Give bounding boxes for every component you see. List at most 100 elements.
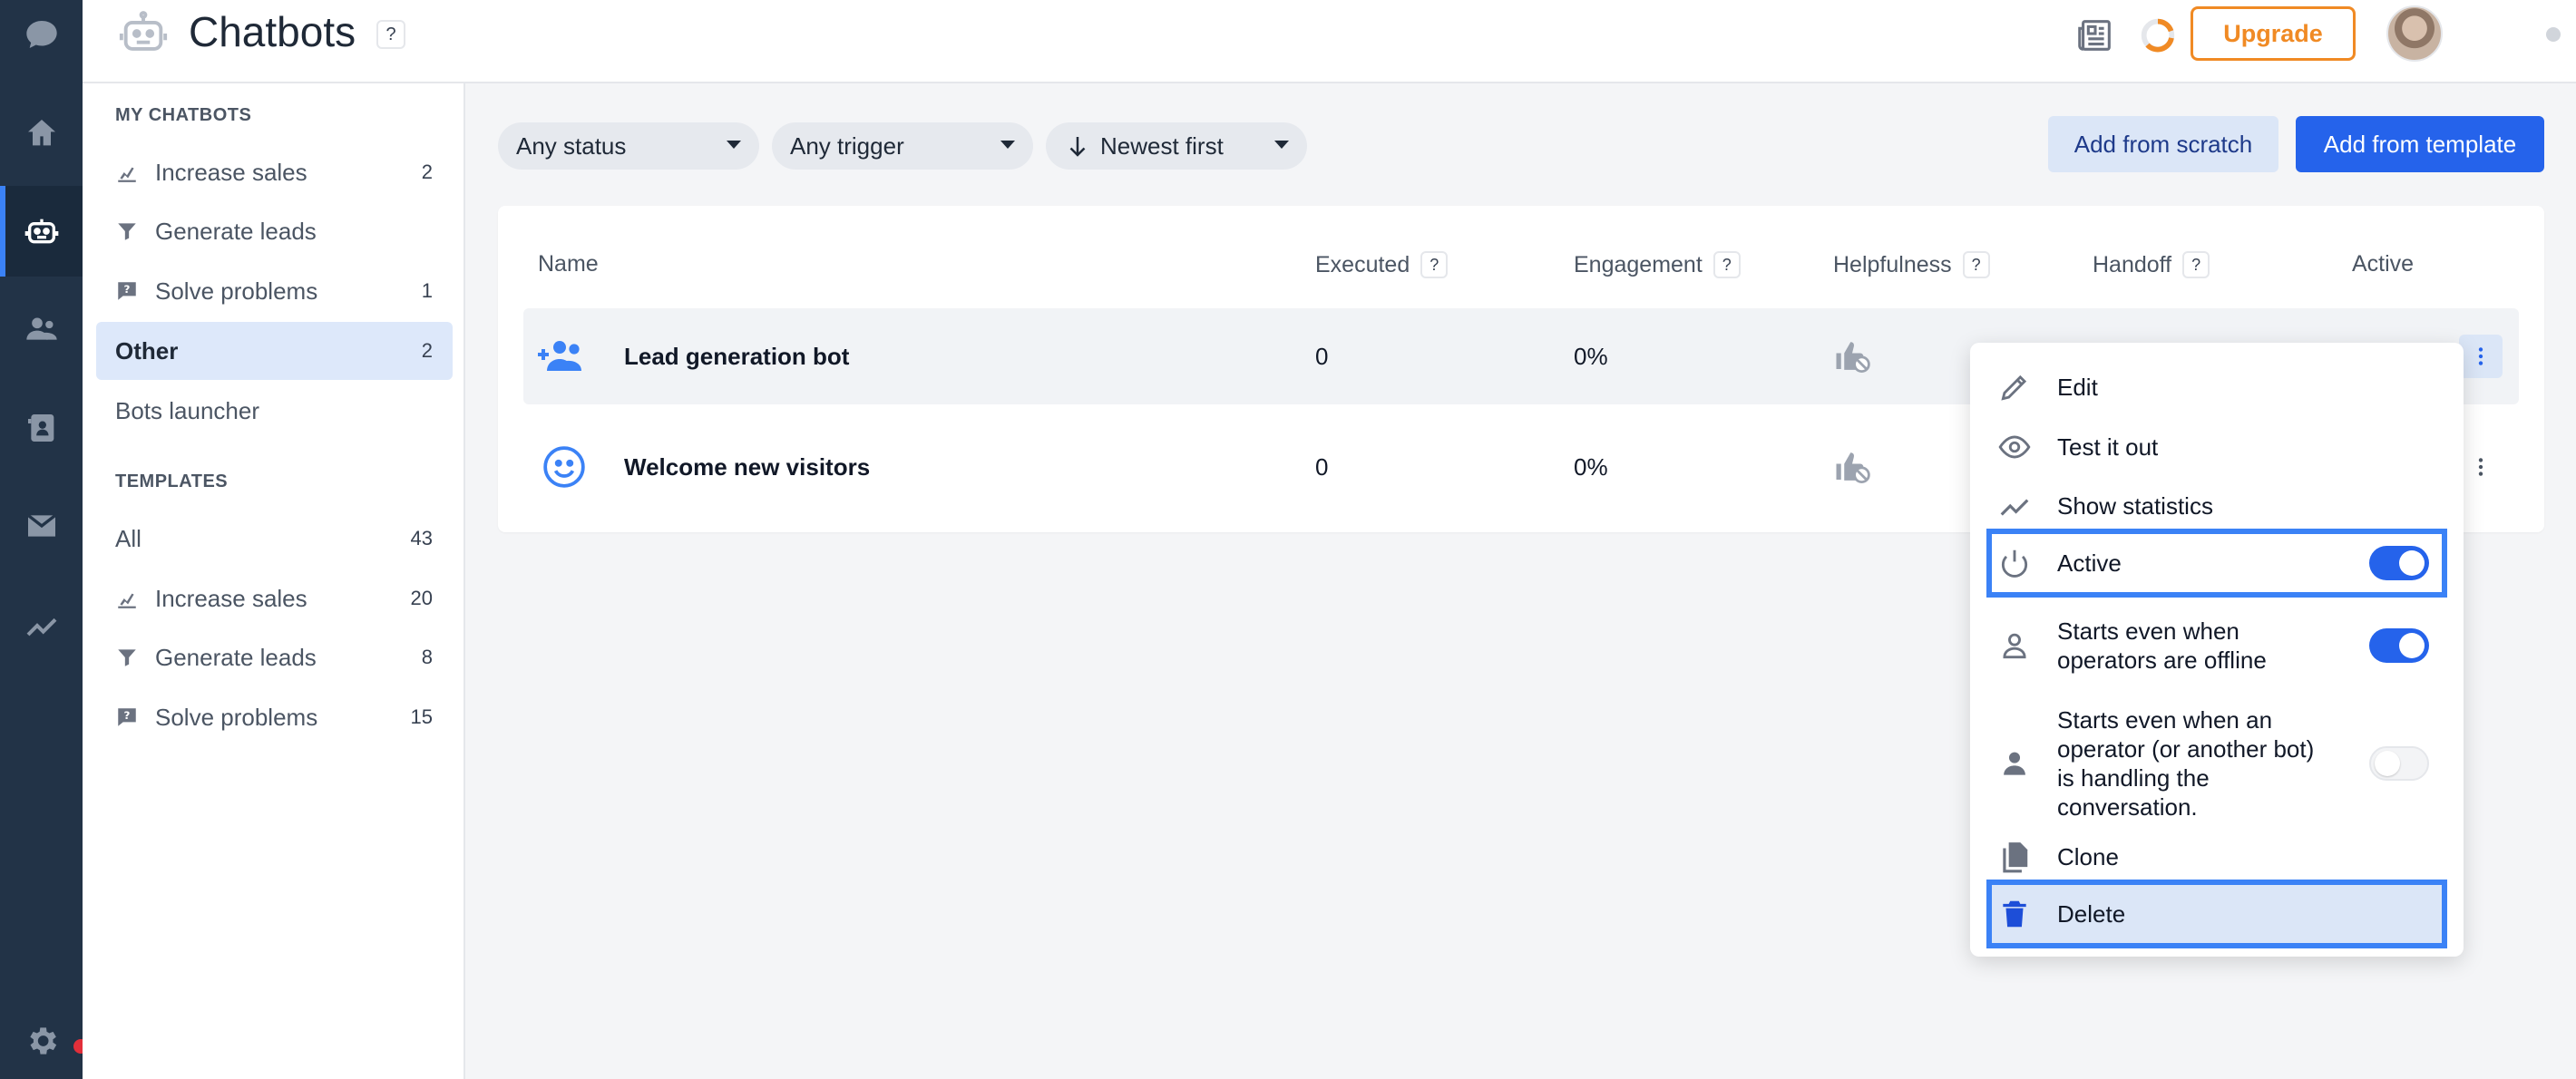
top-bar: Chatbots ? Upgrade bbox=[83, 0, 2576, 83]
menu-item-handling[interactable]: Starts even when an operator (or another… bbox=[1986, 691, 2447, 836]
chatbots-sidebar: MY CHATBOTS Increase sales 2 Generate le… bbox=[83, 83, 465, 1079]
help-button[interactable]: ? bbox=[2182, 251, 2210, 278]
home-icon[interactable] bbox=[0, 88, 83, 179]
sidebar-item-label: Solve problems bbox=[155, 703, 318, 731]
inbox-icon[interactable] bbox=[0, 481, 83, 571]
chatbot-icon[interactable] bbox=[0, 186, 83, 277]
avatar[interactable] bbox=[2386, 5, 2443, 62]
chat-question-icon: ? bbox=[118, 708, 136, 726]
chat-question-icon: ? bbox=[118, 282, 136, 300]
sidebar-item-count: 1 bbox=[421, 279, 433, 302]
sidebar-item-increase-sales[interactable]: Increase sales 2 bbox=[96, 143, 453, 201]
handling-toggle[interactable] bbox=[2369, 746, 2429, 781]
add-group-icon bbox=[536, 308, 587, 404]
sidebar-item-templates-increase-sales[interactable]: Increase sales 20 bbox=[96, 569, 453, 627]
power-icon bbox=[2001, 549, 2028, 578]
chat-icon[interactable] bbox=[0, 0, 83, 80]
bot-name[interactable]: Lead generation bot bbox=[624, 308, 849, 404]
contacts-icon[interactable] bbox=[0, 383, 83, 473]
status-filter-value: Any status bbox=[516, 131, 627, 160]
chevron-down-icon bbox=[1274, 141, 1289, 149]
add-from-template-button[interactable]: Add from template bbox=[2296, 116, 2544, 172]
reports-icon[interactable] bbox=[0, 580, 83, 671]
title-help-button[interactable]: ? bbox=[376, 20, 405, 49]
helpfulness-disabled-icon bbox=[1833, 419, 1871, 515]
sidebar-item-count: 2 bbox=[421, 160, 433, 183]
help-button[interactable]: ? bbox=[1712, 251, 1741, 278]
sidebar-item-generate-leads[interactable]: Generate leads bbox=[96, 202, 453, 260]
column-header-executed: Executed? bbox=[1315, 251, 1449, 278]
sort-filter-value: Newest first bbox=[1100, 131, 1224, 160]
offline-toggle[interactable] bbox=[2369, 628, 2429, 663]
sidebar-item-label: All bbox=[115, 524, 141, 552]
funnel-icon bbox=[118, 649, 136, 666]
settings-icon[interactable] bbox=[0, 996, 83, 1079]
menu-item-offline[interactable]: Starts even when operators are offline bbox=[1986, 600, 2447, 691]
sidebar-item-label: Increase sales bbox=[155, 584, 307, 612]
left-rail bbox=[0, 0, 91, 1079]
chevron-down-icon bbox=[1000, 141, 1015, 149]
sidebar-item-bots-launcher[interactable]: Bots launcher bbox=[96, 382, 453, 440]
page-title: Chatbots bbox=[189, 8, 356, 55]
sidebar-item-count: 43 bbox=[410, 527, 433, 549]
sidebar-item-label: Generate leads bbox=[155, 643, 317, 671]
menu-item-label: Starts even when an operator (or another… bbox=[2057, 706, 2315, 821]
upgrade-button[interactable]: Upgrade bbox=[2191, 6, 2356, 61]
sidebar-item-count: 20 bbox=[410, 587, 433, 609]
status-dot bbox=[2546, 27, 2561, 42]
progress-ring-icon[interactable] bbox=[2137, 15, 2179, 56]
menu-item-clone[interactable]: Clone bbox=[1986, 829, 2447, 885]
menu-item-label: Show statistics bbox=[2057, 491, 2213, 520]
sidebar-item-templates-solve-problems[interactable]: ? Solve problems 15 bbox=[96, 688, 453, 746]
menu-item-statistics[interactable]: Show statistics bbox=[1986, 478, 2447, 534]
sidebar-item-templates-all[interactable]: All 43 bbox=[96, 510, 453, 568]
menu-item-active[interactable]: Active bbox=[1986, 529, 2447, 598]
menu-item-test[interactable]: Test it out bbox=[1986, 419, 2447, 475]
trash-icon bbox=[2003, 900, 2026, 928]
help-button[interactable]: ? bbox=[1962, 251, 1990, 278]
person-icon bbox=[2004, 752, 2025, 775]
chart-line-icon bbox=[2000, 499, 2029, 516]
menu-item-delete[interactable]: Delete bbox=[1986, 880, 2447, 948]
menu-item-edit[interactable]: Edit bbox=[1986, 359, 2447, 415]
menu-item-label: Active bbox=[2057, 549, 2122, 577]
sidebar-item-solve-problems[interactable]: ? Solve problems 1 bbox=[96, 262, 453, 320]
chatbot-brand-icon bbox=[119, 11, 168, 51]
column-header-handoff: Handoff? bbox=[2093, 251, 2210, 278]
my-chatbots-heading: MY CHATBOTS bbox=[115, 105, 252, 125]
help-button[interactable]: ? bbox=[1420, 251, 1449, 278]
bot-name[interactable]: Welcome new visitors bbox=[624, 419, 870, 515]
trigger-filter-value: Any trigger bbox=[790, 131, 904, 160]
column-header-active: Active bbox=[2352, 251, 2415, 277]
sort-filter[interactable]: Newest first bbox=[1046, 122, 1307, 170]
row-menu-button[interactable] bbox=[2459, 335, 2503, 378]
column-header-name: Name bbox=[538, 251, 599, 277]
sidebar-item-count: 15 bbox=[410, 705, 433, 728]
executed-value: 0 bbox=[1315, 452, 1329, 481]
active-toggle[interactable] bbox=[2369, 546, 2429, 580]
chart-hand-icon bbox=[118, 167, 136, 182]
menu-item-label: Delete bbox=[2057, 899, 2126, 928]
sidebar-item-label: Generate leads bbox=[155, 217, 317, 245]
status-filter[interactable]: Any status bbox=[498, 122, 759, 170]
executed-value: 0 bbox=[1315, 342, 1329, 370]
column-header-helpfulness: Helpfulness? bbox=[1833, 251, 1990, 278]
trigger-filter[interactable]: Any trigger bbox=[772, 122, 1033, 170]
menu-item-label: Edit bbox=[2057, 373, 2098, 401]
news-icon[interactable] bbox=[2074, 15, 2116, 56]
smiley-icon bbox=[542, 419, 587, 515]
add-from-scratch-button[interactable]: Add from scratch bbox=[2048, 116, 2278, 172]
sidebar-item-count: 2 bbox=[421, 339, 433, 362]
arrow-down-icon bbox=[1069, 137, 1086, 157]
helpfulness-disabled-icon bbox=[1833, 308, 1871, 404]
svg-text:?: ? bbox=[124, 283, 131, 296]
eye-icon bbox=[1998, 435, 2031, 459]
customers-icon[interactable] bbox=[0, 284, 83, 374]
copy-icon bbox=[2003, 842, 2028, 873]
row-menu-button[interactable] bbox=[2459, 445, 2503, 489]
svg-text:?: ? bbox=[124, 709, 131, 722]
sidebar-item-templates-generate-leads[interactable]: Generate leads 8 bbox=[96, 628, 453, 686]
templates-heading: TEMPLATES bbox=[115, 471, 229, 491]
sidebar-item-other[interactable]: Other 2 bbox=[96, 322, 453, 380]
chart-hand-icon bbox=[118, 593, 136, 608]
